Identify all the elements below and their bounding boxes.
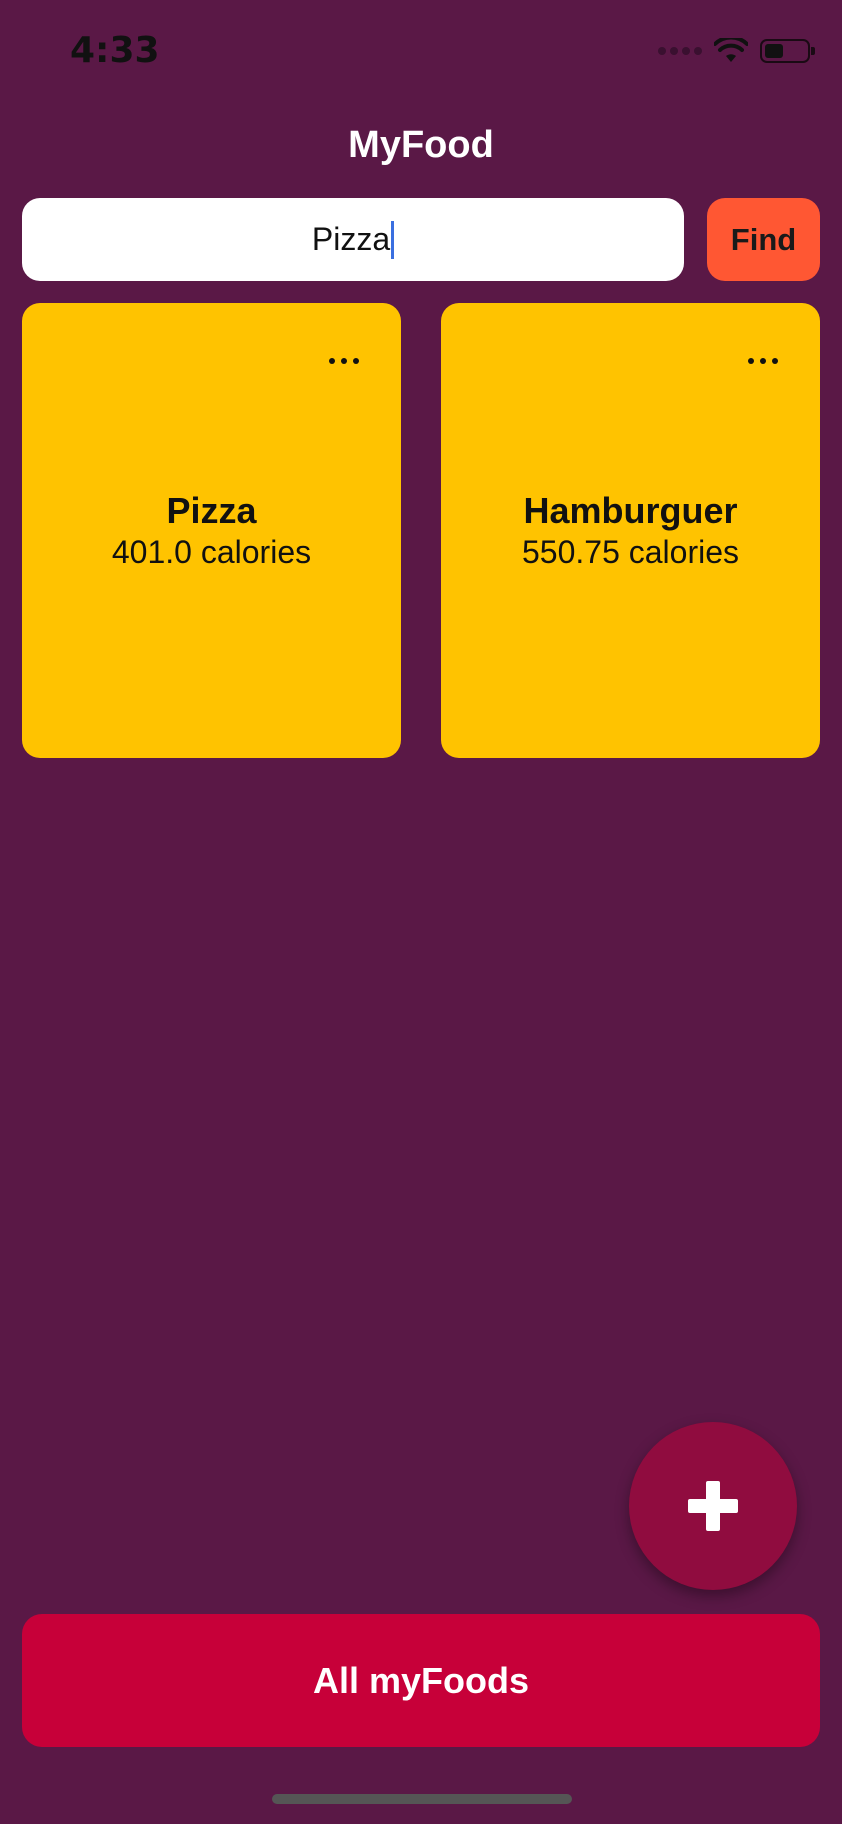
more-horizontal-icon[interactable]: [322, 346, 366, 376]
add-food-button[interactable]: [629, 1422, 797, 1590]
status-icons: [658, 38, 815, 64]
home-indicator[interactable]: [272, 1794, 572, 1804]
food-calories: 401.0 calories: [111, 534, 312, 570]
all-myfoods-button[interactable]: All myFoods: [22, 1614, 820, 1747]
find-button[interactable]: Find: [707, 198, 820, 281]
food-name: Hamburguer: [523, 490, 738, 531]
plus-icon: [688, 1481, 738, 1531]
wifi-icon: [714, 38, 748, 62]
search-input[interactable]: Pizza: [22, 198, 684, 281]
cellular-signal-icon: [658, 47, 702, 55]
battery-icon: [760, 39, 815, 63]
food-calories: 550.75 calories: [521, 534, 740, 570]
more-horizontal-icon[interactable]: [741, 346, 785, 376]
text-caret: [391, 220, 395, 259]
status-bar: 4:33: [0, 0, 842, 100]
battery-level-fill: [765, 44, 783, 58]
status-time: 4:33: [70, 30, 160, 71]
food-name: Pizza: [166, 490, 257, 531]
search-input-value: Pizza: [311, 221, 391, 257]
app-title: MyFood: [348, 124, 494, 166]
